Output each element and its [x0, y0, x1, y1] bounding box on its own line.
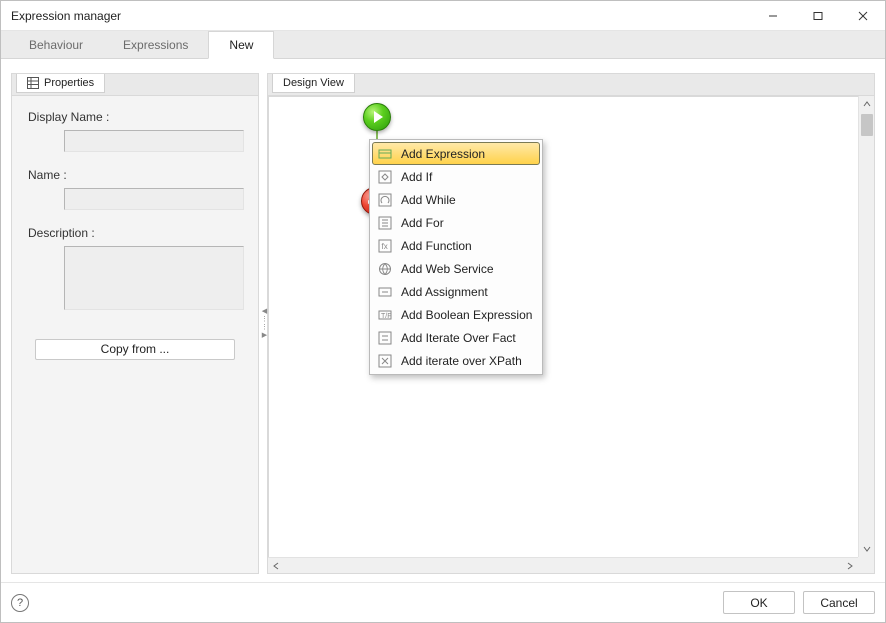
scroll-up-arrow-icon[interactable] [859, 96, 875, 112]
name-input[interactable] [64, 188, 244, 210]
main-tabstrip: Behaviour Expressions New [1, 31, 885, 59]
ctx-add-web-service[interactable]: Add Web Service [372, 257, 540, 280]
display-name-label: Display Name : [28, 110, 248, 124]
vertical-scrollbar[interactable] [858, 96, 874, 557]
window-title: Expression manager [11, 9, 121, 23]
ctx-add-if[interactable]: Add If [372, 165, 540, 188]
tab-expressions[interactable]: Expressions [103, 32, 208, 58]
display-name-input[interactable] [64, 130, 244, 152]
scroll-right-arrow-icon[interactable] [842, 558, 858, 574]
ctx-add-iterate-over-fact[interactable]: Add Iterate Over Fact [372, 326, 540, 349]
scroll-down-arrow-icon[interactable] [859, 541, 875, 557]
maximize-button[interactable] [795, 1, 840, 30]
web-service-icon [377, 261, 393, 277]
design-view-panel: ◀⋮⋮▶ Design View Add Expression [267, 73, 875, 574]
title-bar: Expression manager [1, 1, 885, 31]
boolean-icon: T/F [377, 307, 393, 323]
ctx-add-function[interactable]: fx Add Function [372, 234, 540, 257]
name-field-group: Name : [22, 168, 248, 210]
ctx-label: Add Assignment [401, 285, 488, 299]
help-icon: ? [17, 597, 23, 609]
scroll-corner [858, 557, 874, 573]
description-field-group: Description : [22, 226, 248, 313]
design-canvas[interactable]: Add Expression Add If Add While Add [268, 96, 874, 573]
ctx-add-boolean-expression[interactable]: T/F Add Boolean Expression [372, 303, 540, 326]
ctx-add-assignment[interactable]: Add Assignment [372, 280, 540, 303]
minimize-button[interactable] [750, 1, 795, 30]
vertical-scroll-thumb[interactable] [861, 114, 873, 136]
properties-icon [27, 77, 39, 89]
expression-icon [377, 146, 393, 162]
footer-actions: OK Cancel [723, 591, 875, 614]
svg-text:fx: fx [382, 242, 388, 251]
ctx-add-while[interactable]: Add While [372, 188, 540, 211]
design-view-panel-header: Design View [268, 74, 874, 96]
dialog-footer: ? OK Cancel [1, 582, 885, 622]
if-icon [377, 169, 393, 185]
close-button[interactable] [840, 1, 885, 30]
ctx-add-expression[interactable]: Add Expression [372, 142, 540, 165]
for-icon [377, 215, 393, 231]
cancel-button[interactable]: Cancel [803, 591, 875, 614]
description-label: Description : [28, 226, 248, 240]
window-controls [750, 1, 885, 30]
properties-panel-header: Properties [12, 74, 258, 96]
properties-panel-body: Display Name : Name : Description : Copy… [12, 96, 258, 573]
horizontal-scroll-track[interactable] [286, 560, 840, 571]
ctx-add-iterate-over-xpath[interactable]: Add iterate over XPath [372, 349, 540, 372]
design-view-panel-title: Design View [283, 77, 344, 89]
display-name-field-group: Display Name : [22, 110, 248, 152]
dialog-expression-manager: Expression manager Behaviour Expressions… [0, 0, 886, 623]
ok-button[interactable]: OK [723, 591, 795, 614]
while-icon [377, 192, 393, 208]
ctx-add-for[interactable]: Add For [372, 211, 540, 234]
copy-from-button[interactable]: Copy from ... [35, 339, 235, 360]
horizontal-scrollbar[interactable] [268, 557, 858, 573]
ctx-label: Add iterate over XPath [401, 354, 522, 368]
iterate-xpath-icon [377, 353, 393, 369]
design-canvas-wrap: Add Expression Add If Add While Add [268, 96, 874, 573]
start-node-icon[interactable] [363, 103, 391, 131]
scroll-left-arrow-icon[interactable] [268, 558, 284, 574]
ctx-label: Add Iterate Over Fact [401, 331, 516, 345]
properties-panel-title: Properties [44, 77, 94, 89]
assignment-icon [377, 284, 393, 300]
description-input[interactable] [64, 246, 244, 310]
ctx-label: Add While [401, 193, 456, 207]
ctx-label: Add Function [401, 239, 472, 253]
content-area: Properties Display Name : Name : Descrip… [1, 59, 885, 582]
ctx-label: Add If [401, 170, 432, 184]
ctx-label: Add Boolean Expression [401, 308, 532, 322]
name-label: Name : [28, 168, 248, 182]
ctx-label: Add For [401, 216, 444, 230]
iterate-fact-icon [377, 330, 393, 346]
tab-behaviour[interactable]: Behaviour [9, 32, 103, 58]
design-view-panel-tab[interactable]: Design View [272, 74, 355, 93]
ctx-label: Add Expression [401, 147, 485, 161]
svg-text:T/F: T/F [381, 313, 392, 320]
ctx-label: Add Web Service [401, 262, 494, 276]
function-icon: fx [377, 238, 393, 254]
context-menu: Add Expression Add If Add While Add [369, 139, 543, 375]
properties-panel-tab[interactable]: Properties [16, 74, 105, 93]
properties-panel: Properties Display Name : Name : Descrip… [11, 73, 259, 574]
help-button[interactable]: ? [11, 594, 29, 612]
splitter-handle[interactable]: ◀⋮⋮▶ [261, 304, 268, 344]
tab-new[interactable]: New [208, 31, 274, 59]
